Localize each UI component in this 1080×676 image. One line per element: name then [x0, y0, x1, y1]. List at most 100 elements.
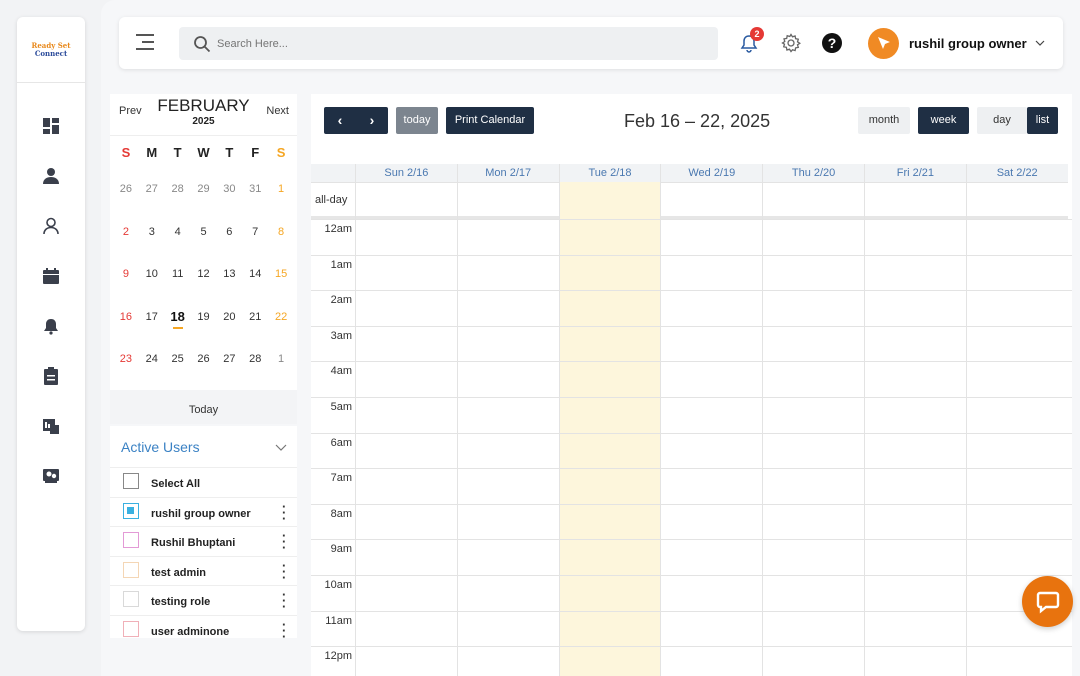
- mini-day[interactable]: 1: [268, 183, 294, 195]
- mini-day[interactable]: 26: [191, 353, 217, 365]
- day-column-header[interactable]: Mon 2/17: [456, 164, 559, 182]
- mini-day[interactable]: 11: [165, 268, 191, 280]
- user-row[interactable]: rushil group owner · · ·: [110, 498, 297, 527]
- mini-day[interactable]: 29: [191, 183, 217, 195]
- sidebar-item-dashboard[interactable]: [31, 101, 71, 151]
- prev-week-button[interactable]: ‹: [324, 107, 356, 134]
- mini-day[interactable]: 24: [139, 353, 165, 365]
- user-name-label: testing role: [151, 596, 211, 608]
- mini-day[interactable]: 21: [242, 311, 268, 323]
- mini-calendar: Prev FEBRUARY 2025 Next S M T W T F S 26…: [110, 94, 297, 422]
- mini-day[interactable]: 19: [191, 311, 217, 323]
- today-button[interactable]: today: [396, 107, 438, 134]
- mini-day[interactable]: 23: [113, 353, 139, 365]
- day-column-header[interactable]: Tue 2/18: [558, 164, 661, 182]
- mini-day[interactable]: 18: [165, 309, 191, 330]
- user-row[interactable]: testing role · · ·: [110, 586, 297, 616]
- day-column-header[interactable]: Fri 2/21: [864, 164, 966, 182]
- mini-day[interactable]: 7: [242, 226, 268, 238]
- more-options-icon[interactable]: · · ·: [282, 588, 286, 613]
- day-column-header[interactable]: Sun 2/16: [355, 164, 457, 182]
- hour-label: 1am: [330, 258, 352, 271]
- mini-day[interactable]: 4: [165, 226, 191, 238]
- sidebar-item-team[interactable]: [31, 451, 71, 501]
- date-range-title: Feb 16 – 22, 2025: [624, 111, 771, 131]
- search-input[interactable]: [217, 34, 617, 54]
- mini-day[interactable]: 15: [268, 268, 294, 280]
- mini-day[interactable]: 3: [139, 226, 165, 238]
- user-row[interactable]: user adminone · · ·: [110, 616, 297, 639]
- sidebar-item-profile[interactable]: [31, 201, 71, 251]
- mini-day[interactable]: 26: [113, 183, 139, 195]
- next-week-button[interactable]: ›: [356, 107, 388, 134]
- mini-day[interactable]: 27: [139, 183, 165, 195]
- user-checkbox[interactable]: [123, 620, 139, 637]
- sidebar-item-reports[interactable]: [31, 401, 71, 451]
- mini-day[interactable]: 12: [191, 268, 217, 280]
- user-row[interactable]: test admin · · ·: [110, 557, 297, 586]
- day-view-button[interactable]: day: [977, 107, 1027, 134]
- mini-today-button[interactable]: Today: [110, 390, 297, 424]
- mini-day[interactable]: 8: [268, 226, 294, 238]
- avatar: [868, 27, 899, 59]
- day-column-header[interactable]: Thu 2/20: [762, 164, 864, 182]
- help-icon[interactable]: ?: [822, 33, 842, 53]
- mini-day[interactable]: 2: [113, 226, 139, 238]
- day-column-header[interactable]: Wed 2/19: [660, 164, 763, 182]
- hour-label: 12pm: [324, 650, 352, 663]
- month-view-button[interactable]: month: [858, 107, 910, 134]
- mini-day[interactable]: 30: [216, 183, 242, 195]
- mini-day[interactable]: 28: [242, 353, 268, 365]
- hour-row: 7am: [311, 468, 1072, 504]
- sidebar-item-users[interactable]: [31, 151, 71, 201]
- mini-weekday-header: S M T W T F S: [110, 136, 297, 168]
- mini-day[interactable]: 9: [113, 268, 139, 280]
- mini-day[interactable]: 27: [216, 353, 242, 365]
- mini-day[interactable]: 6: [216, 226, 242, 238]
- mini-day[interactable]: 1: [268, 353, 294, 365]
- sidebar-item-calendar[interactable]: [31, 251, 71, 301]
- app-logo[interactable]: Ready Set Connect: [17, 17, 85, 83]
- mini-day[interactable]: 20: [216, 311, 242, 323]
- hour-row: 4am: [311, 361, 1072, 397]
- chat-support-button[interactable]: [1022, 576, 1073, 627]
- select-all-checkbox[interactable]: [123, 473, 139, 489]
- more-options-icon[interactable]: · · ·: [282, 559, 286, 584]
- mini-day[interactable]: 13: [216, 268, 242, 280]
- cursor-arrow-icon: [877, 37, 890, 49]
- user-name-label: user adminone: [151, 625, 230, 638]
- mini-day[interactable]: 10: [139, 268, 165, 280]
- mini-week-row: 2345678: [110, 211, 297, 254]
- sidebar-item-alerts[interactable]: [31, 301, 71, 351]
- list-view-button[interactable]: list: [1027, 107, 1058, 134]
- mini-day[interactable]: 31: [242, 183, 268, 195]
- active-users-header[interactable]: Active Users: [110, 426, 297, 468]
- user-checkbox[interactable]: [123, 591, 139, 607]
- user-row[interactable]: Rushil Bhuptani · · ·: [110, 527, 297, 557]
- mini-next-button[interactable]: Next: [266, 105, 289, 117]
- print-calendar-button[interactable]: Print Calendar: [446, 107, 534, 134]
- sidebar-item-tasks[interactable]: [31, 351, 71, 401]
- week-view-button[interactable]: week: [918, 107, 969, 134]
- mini-day[interactable]: 17: [139, 311, 165, 323]
- mini-day[interactable]: 25: [165, 353, 191, 365]
- calendar-main: ‹ › today Print Calendar Feb 16 – 22, 20…: [311, 94, 1072, 676]
- menu-toggle-icon[interactable]: [136, 34, 156, 52]
- mini-day[interactable]: 14: [242, 268, 268, 280]
- mini-calendar-days: 26 27 28 29 30 31 1 2 3 4 5 6 7 8 9 10 11 12 13 14 15 16 17 18 1…: [110, 168, 297, 381]
- more-options-icon[interactable]: · · ·: [282, 618, 286, 639]
- user-checkbox[interactable]: [123, 502, 139, 519]
- user-menu[interactable]: rushil group owner: [865, 23, 1055, 63]
- mini-day[interactable]: 5: [191, 226, 217, 238]
- user-checkbox[interactable]: [123, 532, 139, 548]
- mini-day[interactable]: 28: [165, 183, 191, 195]
- day-column-header[interactable]: Sat 2/22: [965, 164, 1068, 182]
- select-all-row[interactable]: Select All: [110, 468, 297, 498]
- hour-row: 1am: [311, 254, 1072, 291]
- mini-day[interactable]: 22: [268, 311, 294, 323]
- more-options-icon[interactable]: · · ·: [282, 529, 286, 554]
- user-checkbox[interactable]: [123, 561, 139, 578]
- settings-gear-icon[interactable]: [781, 33, 801, 53]
- more-options-icon[interactable]: · · ·: [282, 500, 286, 525]
- mini-day[interactable]: 16: [113, 311, 139, 323]
